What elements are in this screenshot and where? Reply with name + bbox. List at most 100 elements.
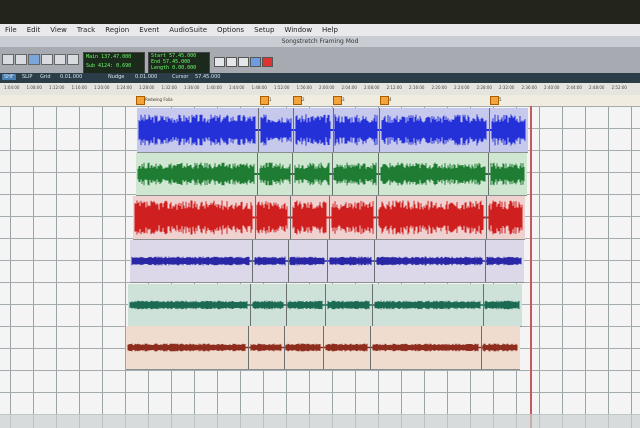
marker-label: Redwing Folia xyxy=(145,97,173,102)
region-boundary[interactable] xyxy=(323,326,324,369)
region-boundary[interactable] xyxy=(288,240,289,282)
ruler-tick-label: 1:12:00 xyxy=(49,85,65,90)
main-counter-value: 137.47.000 xyxy=(101,54,132,60)
ruler-tick-label: 1:56:00 xyxy=(296,85,312,90)
ruler-tick-label: 2:08:00 xyxy=(364,85,380,90)
menu-options[interactable]: Options xyxy=(212,26,249,34)
ruler-tick-label: 2:28:00 xyxy=(476,85,492,90)
sub-counter-value: 4124: 0.690 xyxy=(98,63,132,69)
waveform-path xyxy=(137,162,525,186)
region-boundary[interactable] xyxy=(486,196,487,239)
loop-button[interactable] xyxy=(250,57,261,67)
region-boundary[interactable] xyxy=(248,326,249,369)
ruler-tick-label: 1:16:00 xyxy=(71,85,87,90)
region-boundary[interactable] xyxy=(252,240,253,282)
ruler-tick-label: 1:20:00 xyxy=(94,85,110,90)
scrubber-tool-icon[interactable] xyxy=(54,54,66,65)
marker-label: 3 xyxy=(342,97,345,102)
region-boundary[interactable] xyxy=(378,153,379,195)
region-boundary[interactable] xyxy=(379,108,380,152)
shuffle-mode-button[interactable]: SHF xyxy=(2,74,16,80)
region-boundary[interactable] xyxy=(292,153,293,195)
marker-label: 4 xyxy=(389,97,392,102)
grid-value[interactable]: 0.01.000 xyxy=(60,74,82,80)
ruler-tick-label: 2:48:00 xyxy=(589,85,605,90)
region-boundary[interactable] xyxy=(284,326,285,369)
marker-icon[interactable] xyxy=(490,96,499,105)
region-boundary[interactable] xyxy=(333,108,334,152)
pencil-tool-icon[interactable] xyxy=(67,54,79,65)
slip-mode-button[interactable]: SLIP xyxy=(22,74,32,80)
menu-audiosuite[interactable]: AudioSuite xyxy=(164,26,212,34)
region-boundary[interactable] xyxy=(250,284,251,326)
record-button[interactable] xyxy=(262,57,273,67)
zoom-tool-icon[interactable] xyxy=(2,54,14,65)
region-boundary[interactable] xyxy=(286,284,287,326)
marker-label: 5 xyxy=(499,97,502,102)
audio-region-track-5[interactable] xyxy=(128,284,522,327)
menu-view[interactable]: View xyxy=(45,26,72,34)
audio-region-track-4[interactable] xyxy=(130,240,524,283)
region-boundary[interactable] xyxy=(257,153,258,195)
region-boundary[interactable] xyxy=(327,240,328,282)
audio-region-track-1[interactable] xyxy=(137,108,528,153)
timeline-ruler[interactable]: 1:04:00 1:08:00 1:12:00 1:16:00 1:20:00 1:24:… xyxy=(0,83,640,95)
region-boundary[interactable] xyxy=(374,240,375,282)
ruler-tick-label: 1:36:00 xyxy=(184,85,200,90)
ruler-tick-label: 1:32:00 xyxy=(161,85,177,90)
grid-line xyxy=(33,106,34,428)
length-value: 0.00.000 xyxy=(172,65,197,71)
menu-setup[interactable]: Setup xyxy=(249,26,279,34)
menu-edit[interactable]: Edit xyxy=(22,26,46,34)
ruler-tick-label: 2:04:00 xyxy=(341,85,357,90)
audio-region-track-6[interactable] xyxy=(126,326,520,370)
region-boundary[interactable] xyxy=(370,326,371,369)
selector-tool-icon[interactable] xyxy=(28,54,40,65)
region-boundary[interactable] xyxy=(485,240,486,282)
menu-file[interactable]: File xyxy=(0,26,22,34)
marker-icon[interactable] xyxy=(293,96,302,105)
grid-line xyxy=(102,106,103,428)
edit-window-tracks[interactable] xyxy=(0,106,640,428)
marker-icon[interactable] xyxy=(333,96,342,105)
marker-ruler[interactable]: Redwing Folia 1 2 3 4 5 xyxy=(0,95,640,106)
region-boundary[interactable] xyxy=(481,326,482,369)
menu-track[interactable]: Track xyxy=(72,26,100,34)
rewind-button[interactable] xyxy=(214,57,225,67)
menu-window[interactable]: Window xyxy=(279,26,317,34)
menu-region[interactable]: Region xyxy=(100,26,134,34)
menu-event[interactable]: Event xyxy=(134,26,164,34)
play-button[interactable] xyxy=(238,57,249,67)
ruler-tick-label: 2:24:00 xyxy=(454,85,470,90)
region-boundary[interactable] xyxy=(293,108,294,152)
ruler-tick-label: 2:52:00 xyxy=(611,85,627,90)
marker-icon[interactable] xyxy=(380,96,389,105)
region-boundary[interactable] xyxy=(290,196,291,239)
region-boundary[interactable] xyxy=(488,153,489,195)
region-boundary[interactable] xyxy=(332,153,333,195)
audio-region-track-3[interactable] xyxy=(133,196,525,240)
playhead-cursor[interactable] xyxy=(530,106,532,428)
ruler-tick-label: 2:00:00 xyxy=(319,85,335,90)
region-boundary[interactable] xyxy=(376,196,377,239)
cursor-value: 57.45.000 xyxy=(195,74,221,80)
marker-icon[interactable] xyxy=(260,96,269,105)
marker-icon[interactable] xyxy=(136,96,145,105)
grid-line xyxy=(608,106,609,428)
nudge-value[interactable]: 0.01.000 xyxy=(135,74,157,80)
region-boundary[interactable] xyxy=(483,284,484,326)
audio-region-track-2[interactable] xyxy=(136,153,527,196)
region-boundary[interactable] xyxy=(329,196,330,239)
region-boundary[interactable] xyxy=(258,108,259,152)
stop-button[interactable] xyxy=(226,57,237,67)
region-boundary[interactable] xyxy=(489,108,490,152)
length-label: Length xyxy=(151,65,170,71)
selection-display[interactable]: Start 57.45.000 End 57.45.000 Length 0.0… xyxy=(148,52,210,74)
region-boundary[interactable] xyxy=(325,284,326,326)
menu-help[interactable]: Help xyxy=(317,26,343,34)
region-boundary[interactable] xyxy=(372,284,373,326)
region-boundary[interactable] xyxy=(255,196,256,239)
trim-tool-icon[interactable] xyxy=(15,54,27,65)
main-counter[interactable]: Main 137.47.000 Sub 4124: 0.690 xyxy=(83,52,145,74)
grabber-tool-icon[interactable] xyxy=(41,54,53,65)
